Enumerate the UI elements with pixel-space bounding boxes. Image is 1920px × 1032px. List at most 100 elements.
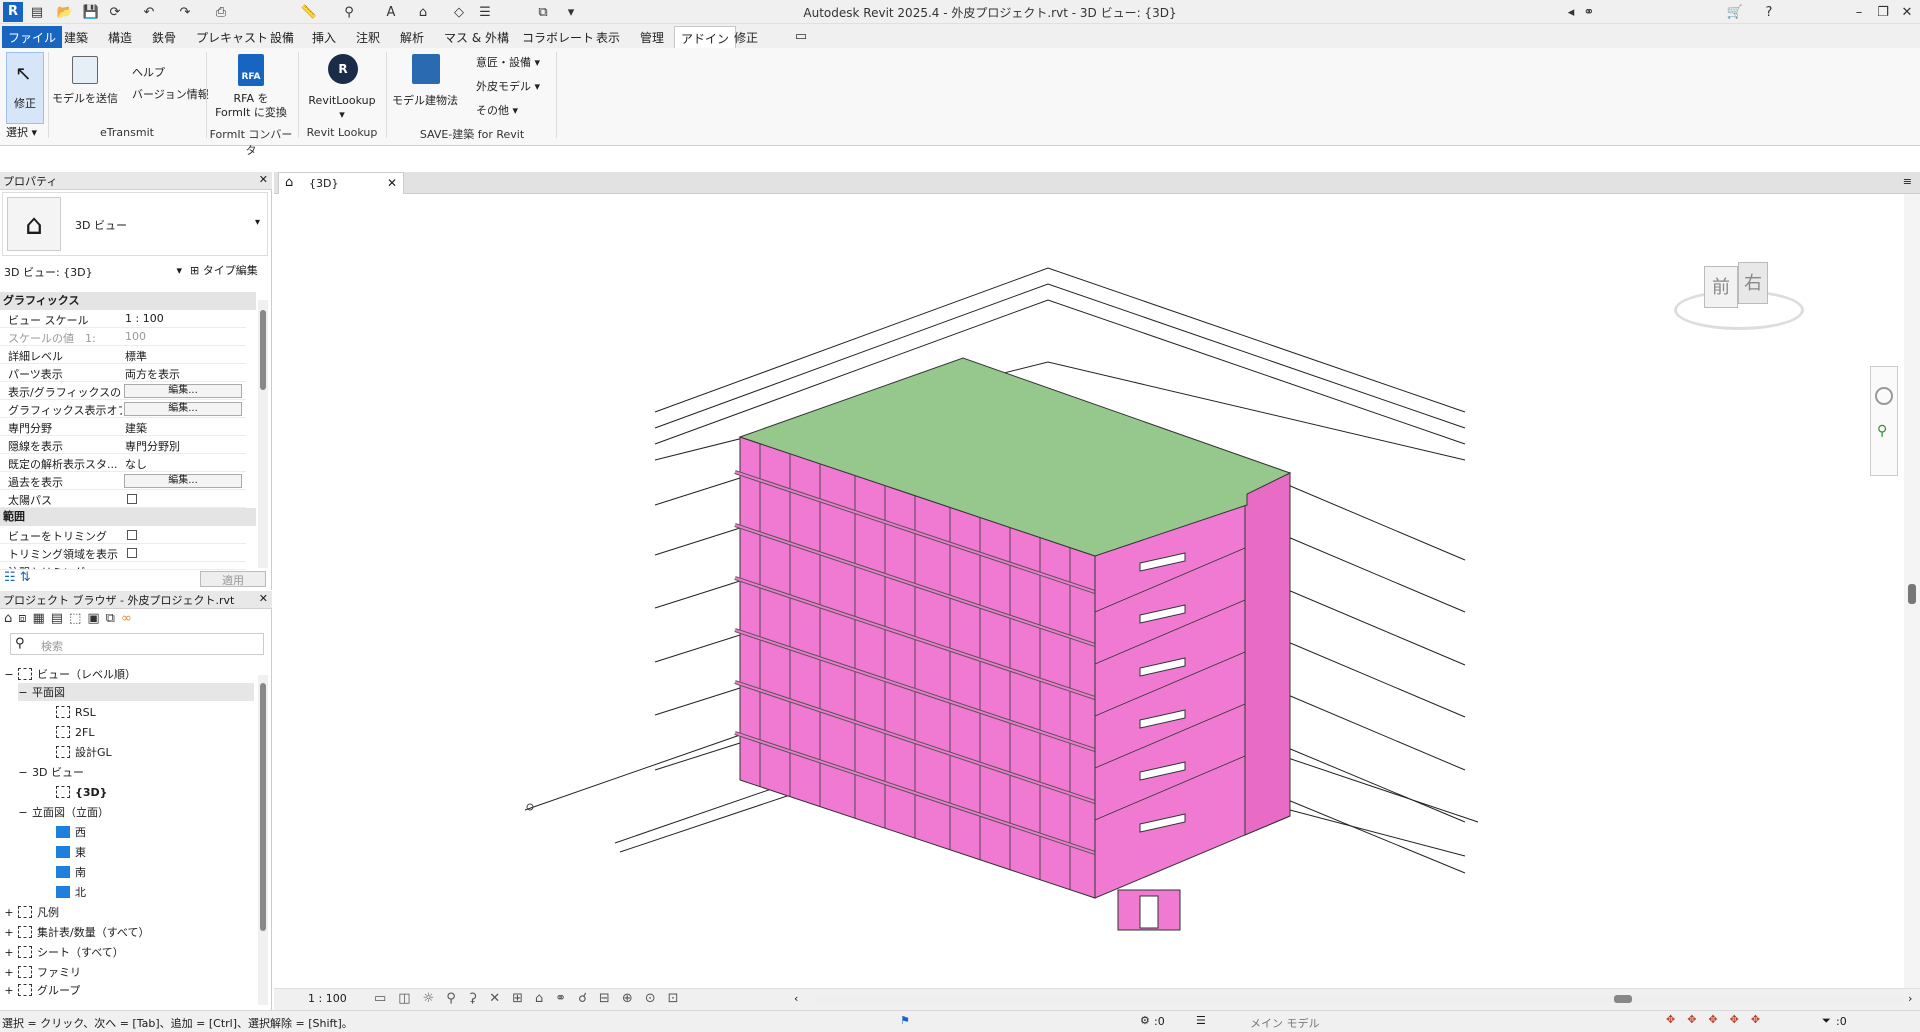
tab-collaborate[interactable]: コラボレート: [516, 27, 600, 47]
select-dropdown[interactable]: 選択 ▾: [6, 124, 37, 140]
open-icon[interactable]: 📂: [56, 3, 74, 21]
tab-structure[interactable]: 構造: [102, 27, 138, 47]
revitlookup-button[interactable]: R RevitLookup ▾: [304, 52, 380, 122]
workset-icon[interactable]: ⚙: [1140, 1014, 1150, 1027]
revit-logo[interactable]: R: [3, 2, 23, 22]
tree-item-3d-views[interactable]: −3D ビュー: [18, 763, 84, 781]
tab-view[interactable]: 表示: [590, 27, 626, 47]
tree-item-views[interactable]: − ビュー（レベル順）: [4, 665, 136, 683]
tree-item-2fl[interactable]: 2FL: [56, 723, 94, 741]
tab-systems[interactable]: 設備: [264, 27, 300, 47]
tab-menu-icon[interactable]: ≡: [1903, 175, 1912, 188]
infocenter-left-icon[interactable]: ◂: [1562, 3, 1580, 21]
tree-item-elevations[interactable]: − 立面図（立面）: [18, 803, 109, 821]
navigation-bar[interactable]: ⚲: [1870, 366, 1898, 476]
scale-button[interactable]: 1 : 100: [308, 992, 347, 1005]
tree-item-legends[interactable]: + 凡例: [4, 903, 59, 921]
tab-architecture[interactable]: 建築: [58, 27, 94, 47]
sync-status-icon[interactable]: ⚑: [900, 1014, 910, 1027]
prop-value[interactable]: 1 : 100: [125, 312, 164, 325]
tree-item-rsl[interactable]: RSL: [56, 703, 96, 721]
tab-manage[interactable]: 管理: [634, 27, 670, 47]
redo-icon[interactable]: ↷: [176, 3, 194, 21]
viewcube[interactable]: 前 右: [1674, 250, 1814, 340]
properties-help-link[interactable]: ☷ ⇅: [4, 570, 31, 585]
close-icon[interactable]: ✕: [387, 176, 397, 190]
minimize-icon[interactable]: –: [1850, 3, 1868, 21]
edit-type-button[interactable]: ⊞ タイプ編集: [190, 262, 258, 278]
tree-item-3d[interactable]: {3D}: [56, 783, 107, 801]
apply-button[interactable]: 適用: [200, 571, 266, 587]
tag-icon[interactable]: ⚲: [340, 3, 358, 21]
thin-lines-icon[interactable]: ☰: [476, 3, 494, 21]
section-icon[interactable]: ◇: [450, 3, 468, 21]
restore-icon[interactable]: ❐: [1874, 3, 1892, 21]
tree-item-floor-plans[interactable]: − 平面図: [18, 683, 254, 701]
edit-button[interactable]: 編集...: [124, 402, 242, 416]
version-info-button[interactable]: バージョン情報: [132, 88, 209, 102]
help-button[interactable]: ヘルプ: [132, 66, 165, 80]
close-icon[interactable]: ✕: [1898, 3, 1916, 21]
prop-value[interactable]: 標準: [125, 348, 147, 364]
envelope-model-dropdown[interactable]: 外皮モデル ▾: [476, 80, 540, 94]
other-dropdown[interactable]: その他 ▾: [476, 104, 518, 118]
tree-item-north[interactable]: 北: [56, 883, 86, 901]
view-tab-3d[interactable]: ⌂ {3D} ✕: [278, 172, 404, 194]
send-model-button[interactable]: モデルを送信: [52, 52, 118, 112]
customize-qat-icon[interactable]: ▾: [562, 3, 580, 21]
print-icon[interactable]: ⎙: [212, 3, 230, 21]
measure-icon[interactable]: 📏: [300, 3, 318, 21]
horizontal-scroll-right[interactable]: ›: [1908, 992, 1912, 1005]
properties-scrollbar[interactable]: [258, 300, 268, 568]
close-icon[interactable]: ✕: [259, 173, 268, 186]
modify-button[interactable]: ↖ 修正: [6, 52, 44, 124]
tab-analyze[interactable]: 解析: [394, 27, 430, 47]
crop-region-visible-checkbox[interactable]: [127, 548, 137, 558]
design-equipment-dropdown[interactable]: 意匠・設備 ▾: [476, 56, 540, 70]
section-graphics[interactable]: グラフィックス: [0, 292, 256, 310]
horizontal-scroll-left[interactable]: ‹: [794, 992, 798, 1005]
tab-insert[interactable]: 挿入: [306, 27, 342, 47]
crop-view-checkbox[interactable]: [127, 530, 137, 540]
tree-item-design-gl[interactable]: 設計GL: [56, 743, 112, 761]
tab-modify[interactable]: 修正: [728, 27, 764, 47]
section-extents[interactable]: 範囲: [0, 508, 256, 526]
tab-massing[interactable]: マス & 外構: [438, 27, 515, 47]
tree-item-families[interactable]: + ファミリ: [4, 963, 81, 981]
horizontal-scrollbar[interactable]: [814, 995, 1904, 1003]
viewcube-right[interactable]: 右: [1738, 262, 1768, 304]
tab-steel[interactable]: 鉄骨: [146, 27, 182, 47]
cart-icon[interactable]: 🛒: [1726, 3, 1744, 21]
chevron-down-icon[interactable]: ▾: [255, 217, 260, 228]
design-options-icon[interactable]: ☰: [1196, 1014, 1206, 1027]
tab-annotate[interactable]: 注釈: [350, 27, 386, 47]
tree-item-sheets[interactable]: + シート（すべて）: [4, 943, 123, 961]
sunpath-checkbox[interactable]: [127, 494, 137, 504]
prop-value[interactable]: なし: [125, 456, 147, 472]
model-3d-view[interactable]: [274, 194, 1902, 988]
edit-button[interactable]: 編集...: [124, 384, 242, 398]
prop-value[interactable]: 両方を表示: [125, 366, 180, 382]
home-icon[interactable]: ▤: [28, 3, 46, 21]
prop-value[interactable]: 専門分野別: [125, 438, 180, 454]
sync-icon[interactable]: ⟳: [106, 3, 124, 21]
steering-wheel-icon[interactable]: [1875, 387, 1893, 405]
tree-item-east[interactable]: 東: [56, 843, 86, 861]
default-3d-icon[interactable]: ⌂: [414, 3, 432, 21]
drawing-area[interactable]: 前 右 ⚲: [274, 194, 1902, 988]
save-icon[interactable]: 💾: [82, 3, 100, 21]
main-model-dropdown[interactable]: メイン モデル: [1250, 1015, 1320, 1031]
switch-windows-icon[interactable]: ⧉: [534, 3, 552, 21]
tab-addins[interactable]: アドイン: [674, 26, 737, 49]
help-icon[interactable]: ?: [1760, 3, 1778, 21]
panel-toggle-icon[interactable]: ▭: [792, 27, 810, 45]
tree-item-south[interactable]: 南: [56, 863, 86, 881]
undo-icon[interactable]: ↶: [140, 3, 158, 21]
zoom-icon[interactable]: ⚲: [1877, 423, 1887, 439]
tree-item-groups[interactable]: + グループ: [4, 983, 80, 998]
model-building-button[interactable]: モデル建物法: [390, 52, 460, 122]
vertical-scrollbar[interactable]: [1904, 194, 1920, 988]
text-icon[interactable]: A: [382, 3, 400, 21]
viewcube-front[interactable]: 前: [1704, 266, 1738, 308]
browser-scrollbar[interactable]: [258, 675, 268, 1005]
